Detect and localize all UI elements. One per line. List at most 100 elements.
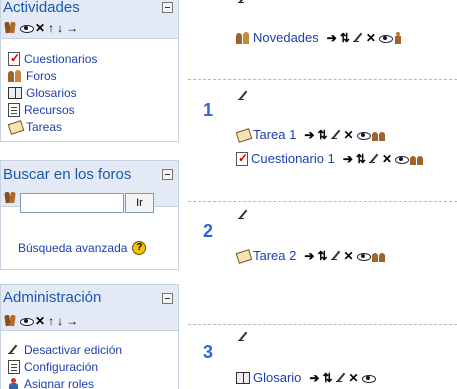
section-number: 1 bbox=[203, 100, 214, 120]
admin-link-assign-roles[interactable]: Asignar roles bbox=[8, 375, 122, 389]
group-mode-icon[interactable] bbox=[371, 250, 385, 262]
edit-icon[interactable] bbox=[368, 154, 379, 164]
activity-row: Novedades ➔ ⇅ ✕ bbox=[236, 30, 402, 45]
forum-icon bbox=[236, 31, 250, 45]
edit-icon[interactable] bbox=[335, 373, 346, 383]
admin-label[interactable]: Configuración bbox=[24, 360, 98, 374]
activity-label[interactable]: Tareas bbox=[26, 120, 62, 134]
section-number: 3 bbox=[203, 342, 214, 362]
resource-icon bbox=[8, 102, 20, 117]
move-up-icon[interactable]: ↑ bbox=[48, 21, 54, 35]
forum-search-input[interactable] bbox=[20, 193, 124, 213]
eye-icon[interactable] bbox=[356, 251, 371, 261]
eye-icon[interactable] bbox=[361, 373, 376, 383]
delete-icon[interactable]: ✕ bbox=[35, 21, 45, 35]
advanced-search-link[interactable]: Búsqueda avanzada bbox=[18, 241, 127, 255]
move-right-icon[interactable]: → bbox=[66, 21, 78, 35]
activity-row: Cuestionario 1 ➔ ⇅ ✕ bbox=[236, 151, 423, 166]
group-mode-icon[interactable] bbox=[394, 31, 402, 44]
activity-link[interactable]: Tarea 1 bbox=[253, 127, 296, 142]
delete-icon[interactable]: ✕ bbox=[382, 152, 392, 166]
section-summary-edit-icon[interactable] bbox=[238, 332, 248, 342]
search-go-button[interactable]: Ir bbox=[125, 193, 154, 213]
activity-row: Glosario ➔ ⇅ ✕ bbox=[236, 370, 376, 385]
assignment-icon bbox=[8, 120, 22, 133]
quiz-icon bbox=[8, 51, 20, 66]
indent-icon[interactable]: ➔ bbox=[309, 371, 319, 385]
advanced-search-row: Búsqueda avanzada ? bbox=[18, 241, 147, 255]
indent-icon[interactable]: ➔ bbox=[327, 31, 337, 45]
edit-icon[interactable] bbox=[330, 130, 341, 140]
activity-row: Tarea 2 ➔ ⇅ ✕ bbox=[236, 248, 385, 263]
block-tools: ✕ ↑ ↓ → bbox=[4, 20, 78, 36]
collapse-icon[interactable] bbox=[162, 2, 173, 13]
edit-icon[interactable] bbox=[330, 251, 341, 261]
activity-label[interactable]: Glosarios bbox=[26, 86, 77, 100]
collapse-icon[interactable] bbox=[162, 293, 173, 304]
activity-link-quizzes[interactable]: Cuestionarios bbox=[8, 50, 97, 67]
delete-icon[interactable]: ✕ bbox=[35, 314, 45, 328]
activity-link-glossaries[interactable]: Glosarios bbox=[8, 84, 97, 101]
move-icon[interactable]: ⇅ bbox=[322, 371, 332, 385]
help-icon[interactable]: ? bbox=[132, 241, 147, 255]
delete-icon[interactable]: ✕ bbox=[349, 371, 359, 385]
block-title: Administración bbox=[3, 289, 102, 306]
move-down-icon[interactable]: ↓ bbox=[57, 314, 63, 328]
activity-link[interactable]: Cuestionario 1 bbox=[251, 151, 335, 166]
group-mode-icon[interactable] bbox=[410, 153, 423, 165]
eye-icon[interactable] bbox=[356, 130, 371, 140]
indent-icon[interactable]: ➔ bbox=[343, 152, 353, 166]
activity-link[interactable]: Glosario bbox=[253, 370, 301, 385]
section-divider bbox=[188, 201, 457, 202]
activity-link-resources[interactable]: Recursos bbox=[8, 101, 97, 118]
delete-icon[interactable]: ✕ bbox=[366, 31, 376, 45]
group-mode-icon[interactable] bbox=[371, 129, 385, 141]
admin-link-settings[interactable]: Configuración bbox=[8, 358, 122, 375]
activity-link-assignments[interactable]: Tareas bbox=[8, 118, 97, 135]
eye-icon[interactable] bbox=[395, 154, 410, 164]
delete-icon[interactable]: ✕ bbox=[344, 249, 354, 263]
edit-icon[interactable] bbox=[352, 33, 363, 43]
administration-block: Administración ✕ ↑ ↓ → Desactivar edició… bbox=[0, 284, 179, 389]
eye-icon[interactable] bbox=[378, 33, 393, 43]
eye-icon[interactable] bbox=[20, 23, 34, 33]
hands-icon[interactable] bbox=[4, 191, 17, 205]
hands-icon[interactable] bbox=[4, 314, 17, 328]
move-icon[interactable]: ⇅ bbox=[340, 31, 350, 45]
eye-icon[interactable] bbox=[20, 316, 34, 326]
activities-block-header: Actividades ✕ ↑ ↓ → bbox=[1, 0, 178, 39]
move-up-icon[interactable]: ↑ bbox=[48, 314, 54, 328]
block-tools: ✕ ↑ ↓ → bbox=[4, 313, 78, 329]
roles-icon bbox=[8, 377, 20, 389]
activity-label[interactable]: Cuestionarios bbox=[24, 52, 97, 66]
hands-icon[interactable] bbox=[4, 21, 17, 35]
section-number: 2 bbox=[203, 221, 214, 241]
delete-icon[interactable]: ✕ bbox=[344, 128, 354, 142]
assignment-icon bbox=[236, 249, 250, 262]
move-down-icon[interactable]: ↓ bbox=[57, 21, 63, 35]
admin-label[interactable]: Asignar roles bbox=[24, 377, 94, 389]
activity-link[interactable]: Tarea 2 bbox=[253, 248, 296, 263]
section-summary-edit-icon[interactable] bbox=[238, 210, 248, 220]
move-right-icon[interactable]: → bbox=[66, 314, 78, 328]
glossary-icon bbox=[8, 86, 22, 99]
move-icon[interactable]: ⇅ bbox=[356, 152, 366, 166]
activity-label[interactable]: Recursos bbox=[24, 103, 75, 117]
indent-icon[interactable]: ➔ bbox=[304, 128, 314, 142]
admin-label[interactable]: Desactivar edición bbox=[24, 343, 122, 357]
collapse-icon[interactable] bbox=[162, 169, 173, 180]
admin-link-toggle-editing[interactable]: Desactivar edición bbox=[8, 341, 122, 358]
block-title: Buscar en los foros bbox=[3, 166, 132, 183]
forum-icon bbox=[8, 69, 22, 83]
section-summary-edit-icon[interactable] bbox=[238, 0, 248, 4]
activity-label[interactable]: Foros bbox=[26, 69, 57, 83]
assignment-icon bbox=[236, 128, 250, 141]
move-icon[interactable]: ⇅ bbox=[317, 249, 327, 263]
move-icon[interactable]: ⇅ bbox=[317, 128, 327, 142]
activities-block: Actividades ✕ ↑ ↓ → Cuestionarios Foros … bbox=[0, 0, 179, 142]
activity-link-forums[interactable]: Foros bbox=[8, 67, 97, 84]
activity-link[interactable]: Novedades bbox=[253, 30, 319, 45]
block-title: Actividades bbox=[3, 0, 80, 16]
section-summary-edit-icon[interactable] bbox=[238, 91, 248, 101]
indent-icon[interactable]: ➔ bbox=[304, 249, 314, 263]
